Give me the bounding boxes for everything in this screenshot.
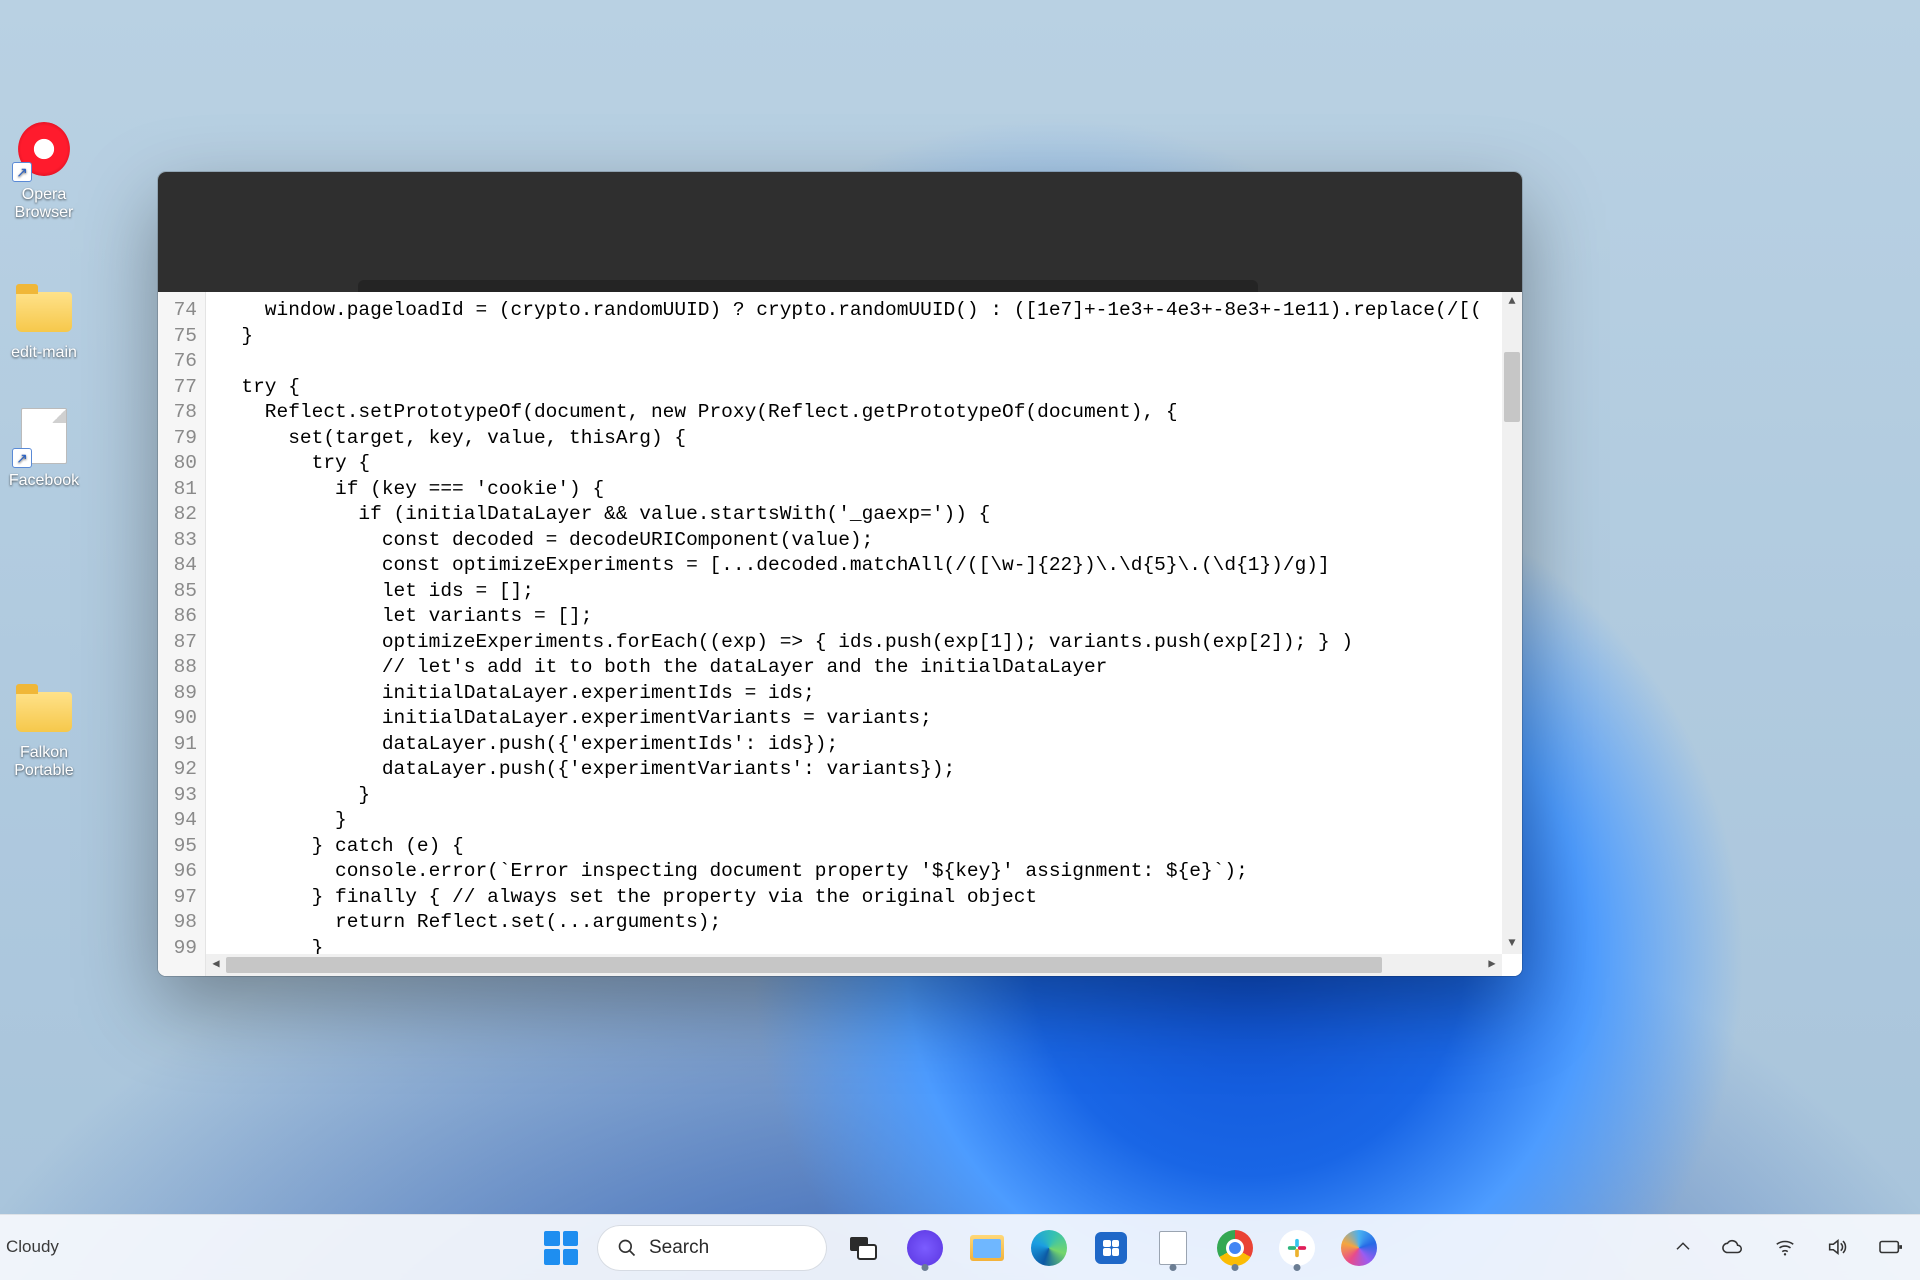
start-button[interactable]: [535, 1222, 587, 1274]
taskbar-app-explorer[interactable]: [961, 1222, 1013, 1274]
tray-wifi[interactable]: [1768, 1230, 1802, 1264]
falkon-icon: [12, 676, 76, 740]
desktop-icon-opera[interactable]: ↗ Opera Browser: [0, 118, 92, 222]
horizontal-scroll-thumb[interactable]: [226, 957, 1382, 973]
facebook-icon: ↗: [12, 404, 76, 468]
speaker-icon: [1826, 1236, 1848, 1258]
desktop-icon-falkon[interactable]: Falkon Portable: [0, 676, 92, 780]
weather-label: Cloudy: [6, 1237, 59, 1257]
tray-volume[interactable]: [1820, 1230, 1854, 1264]
chevron-up-icon: [1674, 1238, 1692, 1256]
scroll-left-arrow-icon[interactable]: ◀: [206, 954, 226, 976]
ms-store-icon: [1095, 1232, 1127, 1264]
desktop-icon-label: Facebook: [0, 472, 92, 490]
chrome-icon: [1217, 1230, 1253, 1266]
desktop: ↗ Opera Browser edit-main ↗ Facebook Falkon P…: [0, 0, 1920, 1280]
desktop-icon-edit-main[interactable]: edit-main: [0, 276, 92, 362]
scroll-right-arrow-icon[interactable]: ▶: [1482, 954, 1502, 976]
line-number-gutter: 74 75 76 77 78 79 80 81 82 83 84 85 86 8…: [158, 292, 206, 976]
vertical-scroll-thumb[interactable]: [1504, 352, 1520, 422]
windows-logo-icon: [544, 1231, 578, 1265]
window-titlebar[interactable]: [158, 172, 1522, 292]
scroll-down-arrow-icon[interactable]: ▼: [1502, 934, 1522, 954]
file-explorer-icon: [970, 1235, 1004, 1261]
wifi-icon: [1774, 1236, 1796, 1258]
system-tray: [1668, 1214, 1910, 1280]
chat-icon: [907, 1230, 943, 1266]
task-view-icon: [848, 1233, 878, 1263]
taskbar-app-chrome[interactable]: [1209, 1222, 1261, 1274]
code-body[interactable]: window.pageloadId = (crypto.randomUUID) …: [206, 292, 1522, 976]
edit-main-icon: [12, 276, 76, 340]
taskbar-center: Search: [535, 1222, 1385, 1274]
edge-icon: [1031, 1230, 1067, 1266]
task-view-button[interactable]: [837, 1222, 889, 1274]
notepad-icon: [1159, 1231, 1187, 1265]
taskbar-app-edge[interactable]: [1023, 1222, 1075, 1274]
desktop-icon-label: edit-main: [0, 344, 92, 362]
vertical-scrollbar[interactable]: ▲ ▼: [1502, 292, 1522, 954]
taskbar-app-store[interactable]: [1085, 1222, 1137, 1274]
opera-icon: ↗: [12, 118, 76, 182]
tab-strip[interactable]: [358, 280, 1258, 292]
taskbar-app-slack[interactable]: [1271, 1222, 1323, 1274]
desktop-icon-facebook[interactable]: ↗ Facebook: [0, 404, 92, 490]
taskbar-app-copilot[interactable]: [1333, 1222, 1385, 1274]
taskbar: Cloudy Search: [0, 1214, 1920, 1280]
desktop-icon-label: Opera Browser: [0, 186, 92, 222]
taskbar-app-notepad[interactable]: [1147, 1222, 1199, 1274]
copilot-icon: [1341, 1230, 1377, 1266]
code-editor[interactable]: 74 75 76 77 78 79 80 81 82 83 84 85 86 8…: [158, 292, 1522, 976]
slack-icon: [1279, 1230, 1315, 1266]
battery-icon: [1878, 1236, 1904, 1258]
desktop-icon-label: Falkon Portable: [0, 744, 92, 780]
cloud-icon: [1722, 1236, 1744, 1258]
taskbar-weather-widget[interactable]: Cloudy: [6, 1214, 59, 1280]
taskbar-app-chat[interactable]: [899, 1222, 951, 1274]
taskbar-search[interactable]: Search: [597, 1225, 827, 1271]
horizontal-scrollbar[interactable]: ◀ ▶: [206, 954, 1502, 976]
tray-overflow-button[interactable]: [1668, 1232, 1698, 1262]
tray-battery[interactable]: [1872, 1230, 1910, 1264]
tray-onedrive[interactable]: [1716, 1230, 1750, 1264]
code-viewer-window[interactable]: 74 75 76 77 78 79 80 81 82 83 84 85 86 8…: [158, 172, 1522, 976]
scroll-up-arrow-icon[interactable]: ▲: [1502, 292, 1522, 312]
search-icon: [617, 1238, 637, 1258]
search-placeholder: Search: [649, 1237, 709, 1259]
